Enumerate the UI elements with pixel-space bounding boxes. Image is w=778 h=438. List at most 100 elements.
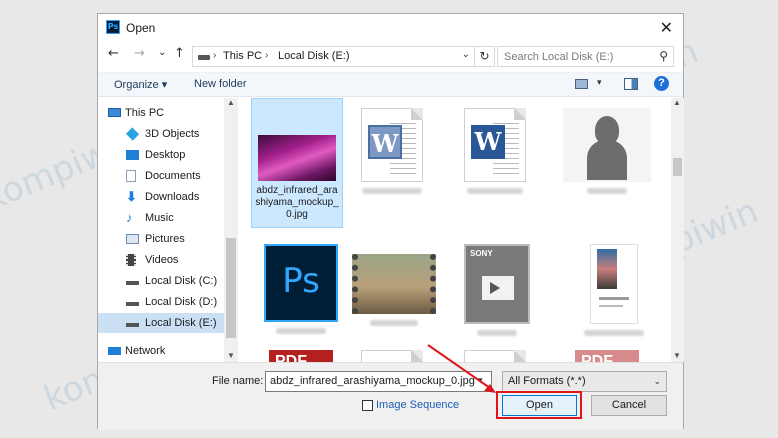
file-item[interactable] <box>561 108 653 197</box>
recent-locations-chevron-icon[interactable]: ⌄ <box>158 47 166 58</box>
sidebar-item-label: Local Disk (C:) <box>145 275 218 287</box>
title-bar: Ps Open ✕ <box>98 14 683 42</box>
sidebar-item-local-disk-c[interactable]: Local Disk (C:) <box>98 271 224 291</box>
address-dropdown-icon[interactable]: ⌄ <box>462 49 470 60</box>
drive-icon <box>126 302 139 306</box>
back-arrow-icon[interactable]: ← <box>108 46 119 61</box>
file-item[interactable] <box>449 350 541 362</box>
search-icon: ⚲ <box>659 49 668 63</box>
file-item[interactable]: Ps <box>255 244 347 337</box>
cube-icon <box>125 127 140 141</box>
scrollbar-thumb[interactable] <box>226 238 236 338</box>
sidebar-item-label: Videos <box>145 254 179 266</box>
sidebar-item-local-disk-e[interactable]: Local Disk (E:) <box>98 313 224 333</box>
address-bar[interactable]: › This PC › Local Disk (E:) ⌄ <box>192 46 475 67</box>
file-format-select[interactable]: All Formats (*.*) ⌄ <box>502 371 667 392</box>
portrait-silhouette-thumbnail <box>563 108 651 182</box>
download-icon: ⬇ <box>126 189 137 204</box>
navigation-pane: This PC 3D Objects Desktop Documents ⬇ D… <box>98 98 238 362</box>
sidebar-item-label: Music <box>145 212 174 224</box>
cancel-button[interactable]: Cancel <box>591 395 667 416</box>
sidebar-item-label: Local Disk (D:) <box>145 296 218 308</box>
forward-arrow-icon[interactable]: → <box>134 46 145 61</box>
sidebar-item-this-pc[interactable]: This PC <box>98 103 224 123</box>
file-item[interactable]: SONY <box>451 244 543 339</box>
scroll-down-icon[interactable]: ▼ <box>673 351 681 360</box>
open-dialog: Ps Open ✕ ← → ⌄ ↑ › This PC › Local Disk… <box>97 13 684 430</box>
dialog-title: Open <box>126 21 156 35</box>
change-view-icon[interactable] <box>575 79 588 89</box>
image-sequence-label[interactable]: Image Sequence <box>376 399 459 411</box>
poster-thumbnail <box>590 244 638 324</box>
sidebar-item-videos[interactable]: Videos <box>98 250 224 270</box>
scroll-up-icon[interactable]: ▲ <box>227 98 235 107</box>
sidebar-item-downloads[interactable]: ⬇ Downloads <box>98 187 224 207</box>
file-list: abdz_infrared_arashiyama_mockup_0.jpg W … <box>243 98 671 362</box>
file-name-field[interactable]: abdz_infrared_arashiyama_mockup_0.jpg <box>265 371 492 392</box>
refresh-icon[interactable]: ↻ <box>475 46 495 67</box>
image-thumbnail <box>258 135 336 181</box>
chevron-down-icon: ⌄ <box>653 376 661 386</box>
file-item[interactable]: W <box>449 108 541 197</box>
word-document-icon: W <box>464 108 526 182</box>
photoshop-file-icon: Ps <box>264 244 338 322</box>
drive-icon <box>126 281 139 285</box>
navigation-pane-scrollbar[interactable]: ▲ ▼ <box>224 98 238 362</box>
open-button-highlight <box>496 391 582 419</box>
help-icon[interactable]: ? <box>654 76 669 91</box>
file-item[interactable] <box>568 244 660 339</box>
navigation-bar: ← → ⌄ ↑ › This PC › Local Disk (E:) ⌄ ↻ … <box>98 43 683 69</box>
sidebar-item-network[interactable]: Network <box>98 341 224 361</box>
sidebar-item-documents[interactable]: Documents <box>98 166 224 186</box>
breadcrumb-local-disk-e[interactable]: Local Disk (E:) <box>278 50 350 62</box>
file-item[interactable] <box>348 244 440 329</box>
document-icon <box>464 350 526 362</box>
file-list-scrollbar[interactable]: ▲ ▼ <box>671 98 684 362</box>
preview-pane-icon[interactable] <box>624 78 638 90</box>
file-item[interactable]: PDF <box>255 350 347 362</box>
breadcrumb-separator: › <box>213 50 217 61</box>
breadcrumb-separator: › <box>265 50 269 61</box>
scroll-up-icon[interactable]: ▲ <box>673 98 681 107</box>
sidebar-item-label: 3D Objects <box>145 128 200 140</box>
scrollbar-thumb[interactable] <box>673 158 682 176</box>
file-item[interactable]: W <box>346 108 438 197</box>
new-folder-button[interactable]: New folder <box>194 78 247 90</box>
view-options-dropdown-icon[interactable]: ▾ <box>597 77 602 88</box>
video-thumbnail <box>352 254 436 314</box>
desktop-icon <box>126 150 139 160</box>
document-icon <box>361 350 423 362</box>
file-name-dropdown-icon[interactable]: ▾ <box>478 375 483 386</box>
word-document-icon: W <box>361 108 423 182</box>
sidebar-item-desktop[interactable]: Desktop <box>98 145 224 165</box>
file-item[interactable] <box>346 350 438 362</box>
sidebar-item-pictures[interactable]: Pictures <box>98 229 224 249</box>
pictures-icon <box>126 234 139 244</box>
scroll-down-icon[interactable]: ▼ <box>227 351 235 360</box>
search-box[interactable]: Search Local Disk (E:) ⚲ <box>497 46 674 67</box>
pdf-file-icon: PDF <box>269 350 333 362</box>
sidebar-item-label: Downloads <box>145 191 200 203</box>
organize-menu-button[interactable]: Organize ▾ <box>114 78 167 91</box>
sidebar-item-local-disk-d[interactable]: Local Disk (D:) <box>98 292 224 312</box>
file-item[interactable]: PDF <box>561 350 653 362</box>
sony-video-file-icon: SONY <box>464 244 530 324</box>
search-input[interactable]: Search Local Disk (E:) <box>504 51 613 63</box>
file-name-panel: File name: abdz_infrared_arashiyama_mock… <box>98 362 683 430</box>
photoshop-icon: Ps <box>106 20 120 34</box>
file-item-selected[interactable]: abdz_infrared_arashiyama_mockup_0.jpg <box>251 98 343 228</box>
close-icon[interactable]: ✕ <box>660 18 673 37</box>
sidebar-item-3d-objects[interactable]: 3D Objects <box>98 124 224 144</box>
sidebar-item-label: Pictures <box>145 233 185 245</box>
image-sequence-checkbox[interactable] <box>362 400 373 411</box>
file-format-value: All Formats (*.*) <box>508 375 586 387</box>
documents-icon <box>126 170 136 182</box>
videos-icon <box>126 254 136 266</box>
sidebar-item-label: This PC <box>125 107 165 119</box>
file-name-label: File name: <box>212 375 264 387</box>
music-icon: ♪ <box>126 210 133 225</box>
sidebar-item-music[interactable]: ♪ Music <box>98 208 224 228</box>
pdf-file-icon: PDF <box>575 350 639 362</box>
up-arrow-icon[interactable]: ↑ <box>174 46 185 61</box>
breadcrumb-this-pc[interactable]: This PC <box>223 50 262 62</box>
